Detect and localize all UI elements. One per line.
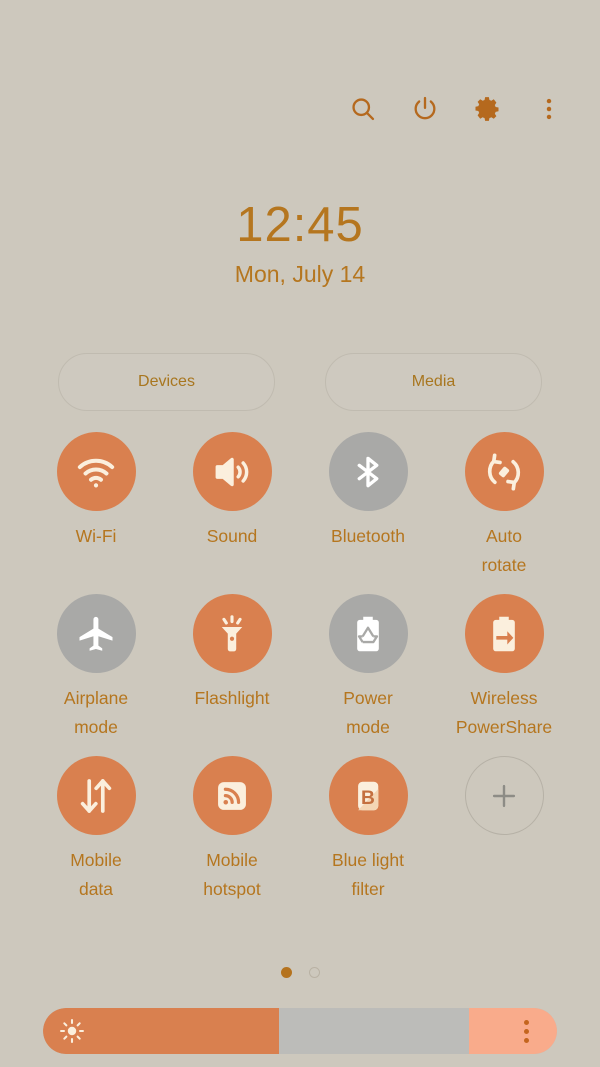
mobile-data-icon[interactable]	[56, 756, 136, 835]
toggle-label: Mobile data	[70, 850, 122, 899]
toggle-airplane-mode[interactable]: Airplane mode	[28, 594, 164, 742]
top-icon-bar	[346, 92, 566, 126]
sound-icon[interactable]	[192, 432, 272, 511]
shortcut-pills: Devices Media	[58, 353, 542, 411]
toggle-label: Airplane mode	[63, 688, 129, 737]
power-mode-icon[interactable]	[328, 594, 408, 673]
toggle-wireless-powershare[interactable]: Wireless PowerShare	[436, 594, 572, 742]
toggle-flashlight[interactable]: Flashlight	[164, 594, 300, 742]
toggle-blue-light-filter[interactable]: B Blue light filter	[300, 756, 436, 904]
toggle-label: Wireless PowerShare	[455, 688, 553, 737]
devices-button[interactable]: Devices	[58, 353, 275, 411]
flashlight-icon[interactable]	[192, 594, 272, 673]
quick-toggle-grid: Wi-Fi Sound Bluetooth Auto rotate Airpla…	[28, 432, 572, 904]
auto-rotate-icon[interactable]	[464, 432, 544, 511]
page-dot-2[interactable]	[308, 967, 320, 978]
brightness-slider[interactable]	[43, 1008, 557, 1054]
mobile-hotspot-icon[interactable]	[192, 756, 272, 835]
toggle-label: Auto rotate	[481, 526, 527, 575]
slider-more-options-icon[interactable]	[469, 1008, 557, 1054]
add-icon[interactable]	[464, 756, 544, 835]
toggle-label: Power mode	[343, 688, 393, 737]
wifi-icon[interactable]	[56, 432, 136, 511]
media-button[interactable]: Media	[325, 353, 542, 411]
devices-label: Devices	[138, 373, 195, 390]
media-label: Media	[411, 373, 456, 390]
toggle-label: Sound	[206, 526, 258, 546]
airplane-icon[interactable]	[56, 594, 136, 673]
page-dot-1[interactable]	[280, 967, 292, 978]
quick-settings-panel: 12:45 Mon, July 14 Devices Media Wi-Fi S…	[0, 0, 600, 1067]
toggle-mobile-hotspot[interactable]: Mobile hotspot	[164, 756, 300, 904]
toggle-label: Wi-Fi	[75, 526, 117, 546]
toggle-bluetooth[interactable]: Bluetooth	[300, 432, 436, 580]
toggle-label: Mobile hotspot	[203, 850, 261, 899]
toggle-label: Flashlight	[194, 688, 270, 708]
page-indicator	[0, 967, 600, 978]
more-options-icon[interactable]	[532, 92, 566, 126]
clock-block: 12:45 Mon, July 14	[0, 196, 600, 288]
toggle-label: Bluetooth	[331, 526, 405, 546]
svg-text:B: B	[361, 787, 375, 808]
toggle-auto-rotate[interactable]: Auto rotate	[436, 432, 572, 580]
clock-date: Mon, July 14	[234, 261, 366, 287]
toggle-wifi[interactable]: Wi-Fi	[28, 432, 164, 580]
brightness-sun-icon	[59, 1018, 85, 1044]
blue-light-filter-icon[interactable]: B	[328, 756, 408, 835]
kebab-dots	[523, 1019, 529, 1043]
settings-gear-icon[interactable]	[470, 92, 504, 126]
clock-time: 12:45	[236, 198, 364, 252]
bluetooth-icon[interactable]	[328, 432, 408, 511]
power-icon[interactable]	[408, 92, 442, 126]
toggle-mobile-data[interactable]: Mobile data	[28, 756, 164, 904]
toggle-power-mode[interactable]: Power mode	[300, 594, 436, 742]
toggle-sound[interactable]: Sound	[164, 432, 300, 580]
toggle-add-button[interactable]	[436, 756, 572, 904]
wireless-powershare-icon[interactable]	[464, 594, 544, 673]
search-icon[interactable]	[346, 92, 380, 126]
toggle-label: Blue light filter	[332, 850, 404, 899]
